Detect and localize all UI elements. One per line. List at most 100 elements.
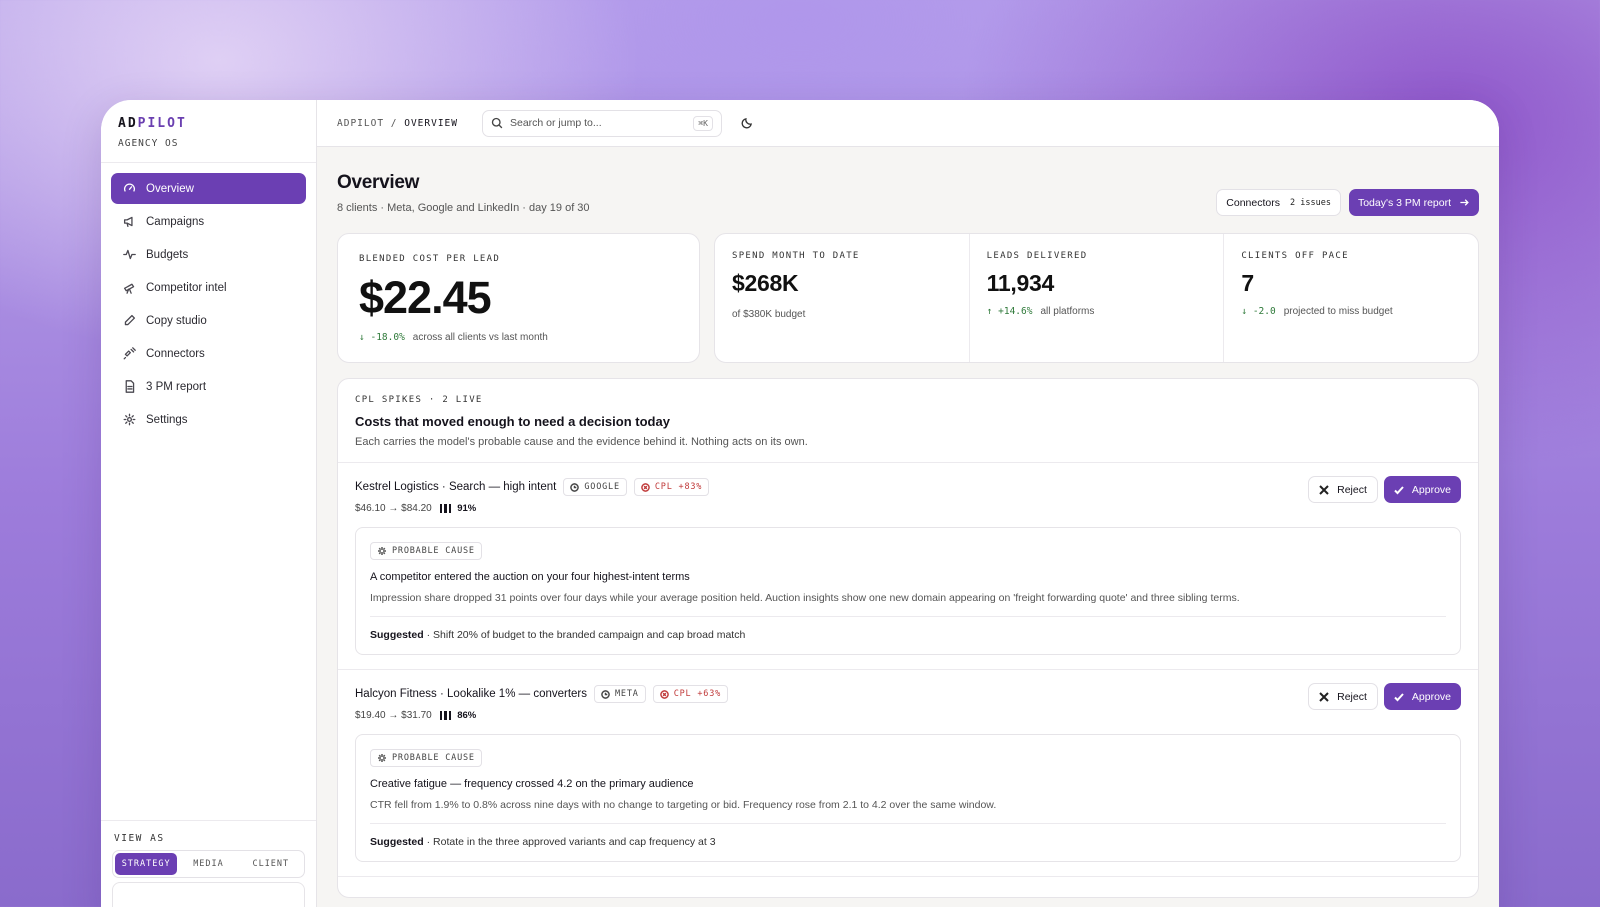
page-subtitle: 8 clients · Meta, Google and LinkedIn · …	[337, 202, 590, 214]
kpi-value: 7	[1241, 270, 1254, 296]
platform-icon	[570, 482, 580, 492]
cause-title: Creative fatigue — frequency crossed 4.2…	[370, 778, 694, 790]
cpl-change-tag: CPL +63%	[652, 685, 729, 703]
view-as-client[interactable]: CLIENT	[240, 853, 302, 875]
approve-button[interactable]: Approve	[1383, 683, 1461, 710]
panel-description: Each carries the model's probable cause …	[355, 436, 808, 448]
sidebar: ADPILOT AGENCY OS Overview Campaigns Bud…	[101, 100, 317, 907]
activity-icon	[122, 248, 136, 262]
kpi-row: BLENDED COST PER LEAD $22.45 ↓ -18.0% ac…	[337, 233, 1479, 363]
topbar: ADPILOT / OVERVIEW Search or jump to... …	[317, 100, 1499, 147]
view-as-media[interactable]: MEDIA	[177, 853, 239, 875]
sidebar-item-connectors[interactable]: Connectors	[111, 338, 306, 369]
probable-cause-tag: PROBABLE CAUSE	[370, 749, 482, 767]
arrow-up-icon: ↑	[986, 306, 993, 317]
app-window: ADPILOT AGENCY OS Overview Campaigns Bud…	[101, 100, 1499, 907]
arrow-right-icon	[1460, 199, 1469, 206]
theme-toggle-button[interactable]	[738, 114, 756, 132]
kpi-delta: ↓ -2.0	[1241, 306, 1276, 317]
kpi-delta: ↓ -18.0%	[359, 332, 405, 343]
view-as-strategy[interactable]: STRATEGY	[115, 853, 178, 875]
suggestion: Suggested · Shift 20% of budget to the b…	[370, 629, 746, 641]
plug-icon	[122, 347, 136, 361]
content: Overview 8 clients · Meta, Google and Li…	[317, 147, 1499, 898]
view-as-segmented-control: STRATEGY MEDIA CLIENT	[112, 850, 305, 878]
kpi-delta: ↑ +14.6%	[986, 306, 1033, 317]
check-icon	[1394, 692, 1404, 701]
sparkle-icon	[378, 547, 386, 555]
megaphone-icon	[122, 215, 136, 229]
sidebar-item-overview[interactable]: Overview	[111, 173, 306, 204]
panel-title: Costs that moved enough to need a decisi…	[355, 414, 670, 429]
arrow-down-icon: ↓	[1241, 306, 1248, 317]
spike-item: Kestrel Logistics · Search — high intent…	[338, 463, 1478, 670]
check-icon	[1394, 485, 1404, 494]
approve-button[interactable]: Approve	[1383, 476, 1461, 503]
todays-report-button[interactable]: Today's 3 PM report	[1348, 189, 1479, 216]
breadcrumb: ADPILOT / OVERVIEW	[337, 117, 458, 129]
sparkle-icon	[378, 754, 386, 762]
kpi-value: $268K	[732, 270, 799, 296]
cpl-range: $19.40 → $31.70	[355, 710, 432, 721]
brand-subtitle: AGENCY OS	[118, 138, 179, 149]
search-input[interactable]: Search or jump to... ⌘K	[481, 109, 722, 137]
sidebar-footer-card[interactable]	[112, 882, 305, 907]
alert-icon	[641, 482, 650, 492]
close-icon	[1319, 484, 1329, 495]
kpi-value: $22.45	[359, 272, 492, 323]
spike-actions: Reject Approve	[1308, 683, 1461, 710]
kpi-group: SPEND MONTH TO DATE $268K of $380K budge…	[714, 233, 1479, 363]
sidebar-item-copy-studio[interactable]: Copy studio	[111, 305, 306, 336]
kpi-blended-cpl: BLENDED COST PER LEAD $22.45 ↓ -18.0% ac…	[337, 233, 700, 363]
spike-title[interactable]: Halcyon Fitness · Lookalike 1% — convert…	[355, 688, 587, 700]
arrow-down-icon: ↓	[359, 332, 365, 343]
sidebar-item-competitor-intel[interactable]: Competitor intel	[111, 272, 306, 303]
confidence-bars-icon	[439, 711, 452, 720]
sidebar-item-budgets[interactable]: Budgets	[111, 239, 306, 270]
cause-evidence: CTR fell from 1.9% to 0.8% across nine d…	[370, 799, 1446, 824]
search-placeholder: Search or jump to...	[509, 117, 602, 129]
probable-cause-card: PROBABLE CAUSE A competitor entered the …	[355, 527, 1461, 655]
document-icon	[122, 380, 136, 394]
main: ADPILOT / OVERVIEW Search or jump to... …	[317, 100, 1499, 907]
pen-icon	[122, 314, 136, 328]
spike-actions: Reject Approve	[1308, 476, 1461, 503]
platform-icon	[601, 689, 610, 699]
confidence-bars-icon	[439, 504, 452, 513]
spike-title[interactable]: Kestrel Logistics · Search — high intent	[355, 481, 556, 493]
breadcrumb-root[interactable]: ADPILOT	[337, 118, 384, 129]
brand: ADPILOT AGENCY OS	[101, 100, 316, 163]
cpl-range: $46.10 → $84.20	[355, 503, 432, 514]
close-icon	[1319, 691, 1329, 702]
reject-button[interactable]: Reject	[1308, 683, 1378, 710]
telescope-icon	[122, 281, 136, 295]
cause-evidence: Impression share dropped 31 points over …	[370, 592, 1446, 617]
panel-eyebrow: CPL SPIKES · 2 LIVE	[355, 395, 483, 405]
connectors-issues-badge: 2 issues	[1290, 197, 1331, 208]
breadcrumb-current: OVERVIEW	[404, 117, 458, 129]
sidebar-item-campaigns[interactable]: Campaigns	[111, 206, 306, 237]
kpi-spend: SPEND MONTH TO DATE $268K of $380K budge…	[715, 234, 970, 362]
search-icon	[491, 117, 503, 129]
cpl-spikes-panel: CPL SPIKES · 2 LIVE Costs that moved eno…	[337, 378, 1479, 898]
gauge-icon	[122, 182, 136, 196]
kpi-value: 11,934	[986, 270, 1055, 296]
cause-title: A competitor entered the auction on your…	[370, 571, 690, 583]
header-actions: Connectors 2 issues Today's 3 PM report	[1216, 189, 1479, 216]
view-as-label: VIEW AS	[114, 833, 165, 844]
connectors-button[interactable]: Connectors 2 issues	[1216, 189, 1341, 216]
reject-button[interactable]: Reject	[1308, 476, 1378, 503]
sidebar-item-settings[interactable]: Settings	[111, 404, 306, 435]
sidebar-item-3pm-report[interactable]: 3 PM report	[111, 371, 306, 402]
panel-header: CPL SPIKES · 2 LIVE Costs that moved eno…	[338, 379, 1478, 463]
page-title: Overview	[337, 172, 420, 193]
brand-logo[interactable]: ADPILOT	[118, 116, 299, 131]
kpi-clients-off-pace: CLIENTS OFF PACE 7 ↓ -2.0 projected to m…	[1224, 234, 1478, 362]
page-header: Overview 8 clients · Meta, Google and Li…	[337, 147, 1479, 233]
platform-tag: GOOGLE	[563, 478, 627, 496]
confidence-value: 86%	[457, 710, 477, 721]
probable-cause-card: PROBABLE CAUSE Creative fatigue — freque…	[355, 734, 1461, 862]
kpi-leads: LEADS DELIVERED 11,934 ↑ +14.6% all plat…	[970, 234, 1225, 362]
search-shortcut: ⌘K	[693, 115, 713, 131]
moon-icon	[741, 118, 752, 129]
